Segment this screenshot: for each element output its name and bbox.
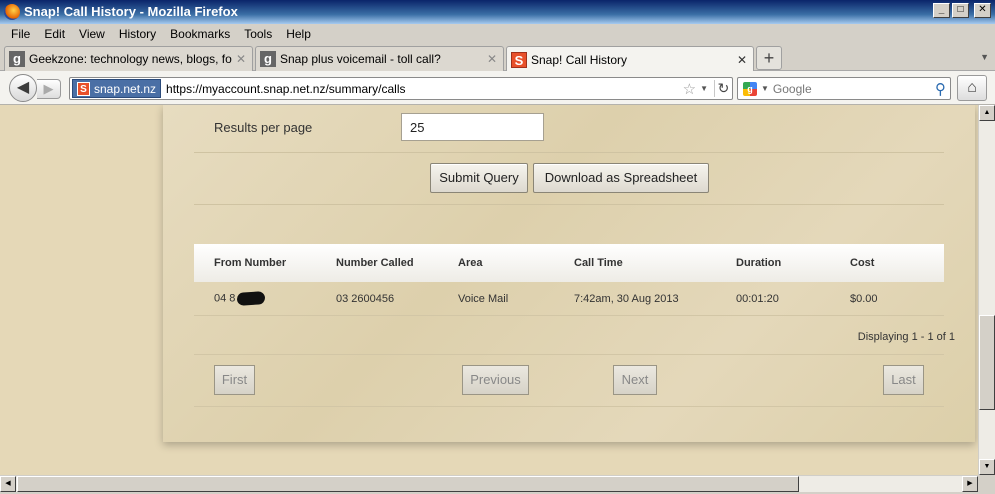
menu-view[interactable]: View: [72, 27, 112, 41]
tab-label: Snap plus voicemail - toll call?: [280, 52, 441, 66]
from-number-cell: 04 8: [214, 291, 266, 306]
vertical-scroll-thumb[interactable]: [979, 315, 995, 410]
column-header-call-time[interactable]: Call Time: [574, 257, 623, 269]
google-engine-icon[interactable]: g: [743, 81, 757, 96]
geekzone-favicon-icon: g: [260, 51, 276, 67]
close-window-button[interactable]: ✕: [974, 3, 991, 18]
geekzone-favicon-icon: g: [9, 51, 25, 67]
last-page-button[interactable]: Last: [883, 365, 924, 395]
column-header-duration[interactable]: Duration: [736, 257, 781, 269]
divider: [194, 406, 944, 407]
submit-query-button[interactable]: Submit Query: [430, 163, 528, 193]
page-viewport: Results per page Submit Query Download a…: [0, 105, 978, 475]
tab-label: Snap! Call History: [531, 52, 628, 67]
column-header-cost[interactable]: Cost: [850, 257, 874, 269]
tab-snap-call-history[interactable]: S Snap! Call History ✕: [506, 46, 754, 72]
new-tab-button[interactable]: +: [756, 46, 782, 70]
redaction-mark: [237, 291, 266, 306]
first-page-button[interactable]: First: [214, 365, 255, 395]
close-tab-icon[interactable]: ✕: [236, 52, 246, 66]
from-number-text: 04 8: [214, 292, 236, 305]
back-button[interactable]: ◀: [9, 74, 37, 102]
window-titlebar: Snap! Call History - Mozilla Firefox _ □…: [0, 0, 995, 24]
column-header-area[interactable]: Area: [458, 257, 482, 269]
search-engine-dropdown-icon[interactable]: ▼: [761, 84, 769, 93]
home-icon: ⌂: [967, 79, 977, 96]
menu-history[interactable]: History: [112, 27, 163, 41]
scrollbar-corner: [978, 475, 995, 494]
menu-bookmarks[interactable]: Bookmarks: [163, 27, 237, 41]
search-bar[interactable]: g ▼ Google ⚲: [737, 77, 951, 100]
menu-bar: File Edit View History Bookmarks Tools H…: [0, 24, 995, 43]
scroll-left-icon[interactable]: ◀: [0, 476, 16, 492]
call-time-cell: 7:42am, 30 Aug 2013: [574, 292, 679, 305]
window-controls: _ □ ✕: [933, 3, 991, 18]
next-page-button[interactable]: Next: [613, 365, 657, 395]
tab-bar: g Geekzone: technology news, blogs, foru…: [0, 43, 995, 72]
back-arrow-icon: ◀: [16, 79, 30, 96]
table-header: From Number Number Called Area Call Time…: [194, 244, 944, 282]
menu-tools[interactable]: Tools: [237, 27, 279, 41]
minimize-button[interactable]: _: [933, 3, 950, 18]
area-cell: Voice Mail: [458, 292, 509, 305]
results-per-page-input[interactable]: [401, 113, 544, 141]
number-called-cell: 03 2600456: [336, 292, 395, 305]
call-history-table: From Number Number Called Area Call Time…: [194, 244, 944, 316]
maximize-button[interactable]: □: [952, 3, 969, 18]
close-tab-icon[interactable]: ✕: [487, 52, 497, 66]
menu-edit[interactable]: Edit: [37, 27, 72, 41]
navigation-toolbar: ◀ ▶ S snap.net.nz https://myaccount.snap…: [0, 71, 995, 105]
url-text[interactable]: https://myaccount.snap.net.nz/summary/ca…: [166, 82, 683, 96]
forward-button[interactable]: ▶: [37, 79, 61, 99]
snap-favicon-icon: S: [77, 81, 90, 96]
duration-cell: 00:01:20: [736, 292, 779, 305]
window-title: Snap! Call History - Mozilla Firefox: [24, 4, 238, 19]
download-spreadsheet-button[interactable]: Download as Spreadsheet: [533, 163, 709, 193]
snap-favicon-icon: S: [511, 51, 527, 68]
cost-cell: $0.00: [850, 292, 878, 305]
horizontal-scroll-thumb[interactable]: [17, 476, 799, 492]
call-history-panel: Results per page Submit Query Download a…: [163, 105, 975, 442]
bookmark-star-icon[interactable]: ☆: [683, 80, 696, 98]
scroll-down-icon[interactable]: ▼: [979, 459, 995, 475]
list-all-tabs-icon[interactable]: ▼: [980, 52, 989, 62]
url-bar[interactable]: S snap.net.nz https://myaccount.snap.net…: [69, 77, 733, 100]
menu-help[interactable]: Help: [279, 27, 318, 41]
tab-label: Geekzone: technology news, blogs, forums: [29, 52, 232, 66]
reload-icon[interactable]: ↻: [714, 80, 732, 97]
pagination: First Previous Next Last: [194, 355, 944, 407]
table-row: 04 8 03 2600456 Voice Mail 7:42am, 30 Au…: [194, 282, 944, 316]
horizontal-scrollbar[interactable]: ◀ ▶: [0, 475, 978, 492]
column-header-from-number[interactable]: From Number: [214, 257, 286, 269]
home-button[interactable]: ⌂: [957, 75, 987, 101]
divider: [194, 204, 944, 205]
tab-geekzone[interactable]: g Geekzone: technology news, blogs, foru…: [4, 46, 253, 71]
scroll-right-icon[interactable]: ▶: [962, 476, 978, 492]
forward-arrow-icon: ▶: [43, 81, 54, 96]
results-per-page-label: Results per page: [214, 120, 313, 135]
url-history-dropdown-icon[interactable]: ▼: [700, 84, 708, 93]
site-identity-button[interactable]: S snap.net.nz: [72, 79, 162, 98]
search-magnifier-icon[interactable]: ⚲: [935, 80, 946, 98]
vertical-scrollbar[interactable]: ▲ ▼: [978, 105, 995, 475]
firefox-icon: [4, 4, 20, 20]
scroll-up-icon[interactable]: ▲: [979, 105, 995, 121]
site-identity-label: snap.net.nz: [94, 81, 157, 96]
menu-file[interactable]: File: [4, 27, 37, 41]
displaying-count: Displaying 1 - 1 of 1: [857, 331, 955, 343]
previous-page-button[interactable]: Previous: [462, 365, 529, 395]
tab-snap-voicemail[interactable]: g Snap plus voicemail - toll call? ✕: [255, 46, 504, 71]
search-input[interactable]: Google: [773, 82, 935, 96]
divider: [194, 152, 944, 153]
column-header-number-called[interactable]: Number Called: [336, 257, 414, 269]
close-tab-icon[interactable]: ✕: [737, 53, 747, 67]
